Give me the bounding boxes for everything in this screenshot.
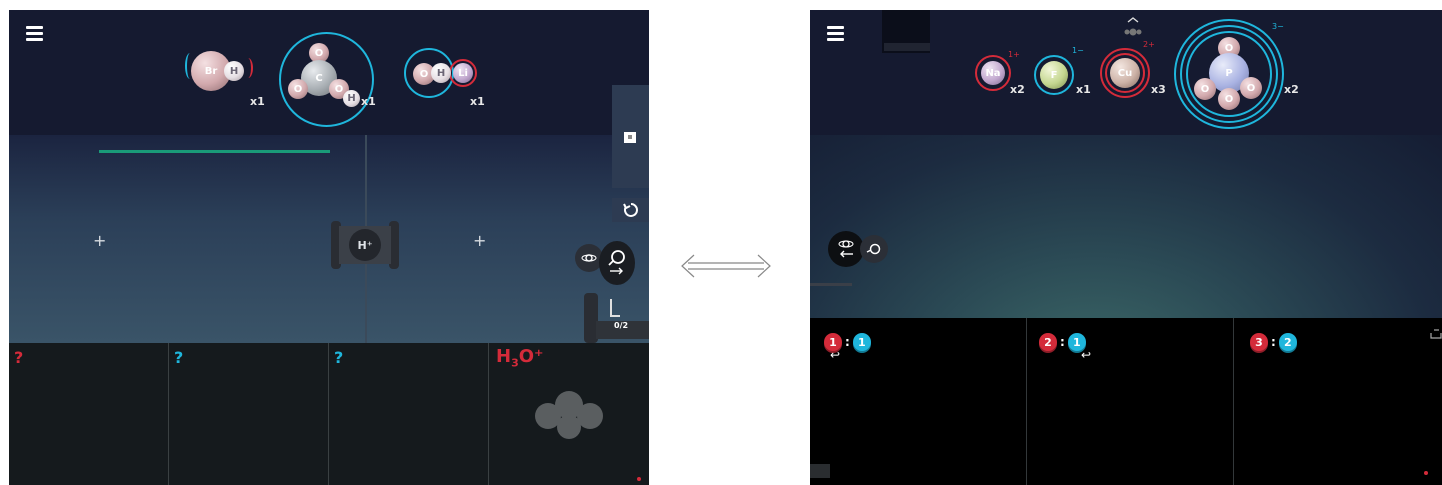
ion-count: x2 [1010,83,1025,96]
atom-cu: Cu [1110,58,1140,88]
molecule-count: x1 [470,95,485,108]
product-slot[interactable]: ? [329,343,489,485]
anion-badge: 1 [852,333,871,351]
add-zone-right[interactable]: + [473,231,486,250]
capture-counter: 0/2 [614,321,629,330]
product-slot[interactable]: ? [9,343,169,485]
pipe-segment [810,283,852,286]
charge-label: 1+ [1008,50,1020,59]
reset-icon[interactable] [612,198,649,222]
charge-label: 2+ [1143,40,1155,49]
hydronium-label: H3O⁺ [496,346,544,370]
atom-h: H [343,90,360,107]
ion-count: x3 [1151,83,1166,96]
proton-device[interactable]: H⁺ [331,221,399,269]
slot-label: ? [334,348,344,367]
slot-label: ? [14,348,24,367]
product-slot-hydronium[interactable]: H3O⁺ [489,343,649,485]
status-dot [637,477,641,481]
charge-label: 3− [1272,22,1284,31]
atom-f: F [1040,61,1068,89]
progress-bar [99,150,330,153]
molecule-bar: Br H x1 O C O O H x1 O H Li x1 [9,10,649,135]
ion-bar: Na 1+ x2 F 1− x1 Cu 2+ x3 O P O O O 3− x… [810,10,1442,135]
chevron-up-icon[interactable] [1122,16,1144,38]
partial-ring-red [243,58,253,78]
swap-icon: ↩ [830,348,841,362]
charge-label: 1− [1072,46,1084,55]
ratio-slot[interactable]: 2 : 1 ↩ [1027,318,1234,485]
hydronium-silhouette [535,391,603,441]
anion-badge: 2 [1278,333,1297,351]
ratio-tray: 1 : 1 ↩ 2 : 1 ↩ 3 : 2 [810,318,1442,485]
slot-label: ? [174,348,184,367]
ion-count: x1 [1076,83,1091,96]
magnify-icon[interactable] [860,235,888,263]
ratio-2-1: 2 : 1 [1039,332,1086,352]
left-screen: Br H x1 O C O O H x1 O H Li x1 + + H⁺ 0/… [9,10,649,485]
add-zone-left[interactable]: + [93,231,106,250]
atom-h: H [224,61,244,81]
ratio-3-2: 3 : 2 [1250,332,1297,352]
stop-icon[interactable] [624,132,636,143]
cation-badge: 3 [1250,333,1268,351]
status-dot [1424,471,1428,475]
product-slot[interactable]: ? [169,343,329,485]
atom-h: H [431,63,451,83]
atom-o: O [1194,78,1216,100]
menu-icon[interactable] [26,26,43,42]
ratio-slot[interactable]: 3 : 2 [1234,318,1442,485]
pipe-top [882,10,930,53]
ratio-slot[interactable]: 1 : 1 ↩ [810,318,1027,485]
atom-o: O [1218,88,1240,110]
atom-o: O [288,79,308,99]
capture-pipe: 0/2 [584,293,649,343]
proton-label: H⁺ [349,229,381,261]
ion-count: x2 [1284,83,1299,96]
atom-icon[interactable] [828,231,864,267]
menu-icon[interactable] [827,26,844,42]
corner-tab[interactable] [810,464,830,478]
swap-icon: ↩ [1081,348,1092,362]
lab-area: + + H⁺ 0/2 [9,85,649,343]
magnify-icon[interactable] [599,241,635,285]
side-panel [612,85,649,188]
molecule-count: x1 [361,95,376,108]
cation-badge: 2 [1039,333,1057,351]
right-screen: Na 1+ x2 F 1− x1 Cu 2+ x3 O P O O O 3− x… [810,10,1442,485]
atom-o: O [1240,77,1262,99]
product-tray: ? ? ? H3O⁺ [9,343,649,485]
atom-li: Li [453,63,473,83]
double-arrow-icon [681,254,771,278]
atom-na: Na [981,61,1005,85]
lab-area [810,135,1442,318]
exit-icon[interactable] [1430,324,1442,339]
molecule-count: x1 [250,95,265,108]
